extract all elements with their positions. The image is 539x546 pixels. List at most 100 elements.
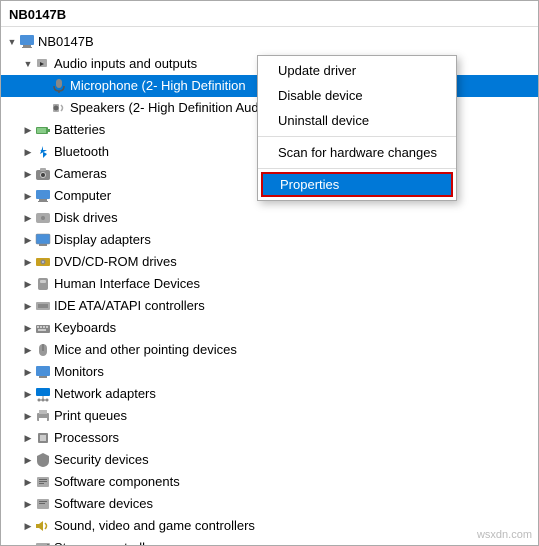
dvd-icon [35, 254, 51, 270]
software-icon [35, 474, 51, 490]
expand-arrow-dvd[interactable] [21, 252, 35, 272]
item-label-hid: Human Interface Devices [54, 274, 200, 294]
tree-item-sound[interactable]: Sound, video and game controllers [1, 515, 538, 537]
computer-icon [19, 34, 35, 50]
ide-icon [35, 298, 51, 314]
expand-arrow-bluetooth[interactable] [21, 142, 35, 162]
item-label-security: Security devices [54, 450, 149, 470]
context-menu-item-uninstall[interactable]: Uninstall device [258, 108, 456, 133]
item-label-root: NB0147B [38, 32, 94, 52]
device-tree[interactable]: NB0147BAudio inputs and outputsMicrophon… [1, 27, 538, 545]
window-title: NB0147B [9, 7, 66, 22]
item-label-monitors: Monitors [54, 362, 104, 382]
tree-item-print[interactable]: Print queues [1, 405, 538, 427]
tree-item-hid[interactable]: Human Interface Devices [1, 273, 538, 295]
expand-arrow-storage[interactable] [21, 538, 35, 545]
network-icon [35, 386, 51, 402]
expand-arrow-softdevices[interactable] [21, 494, 35, 514]
item-label-dvd: DVD/CD-ROM drives [54, 252, 177, 272]
sound-icon [35, 518, 51, 534]
tree-item-mice[interactable]: Mice and other pointing devices [1, 339, 538, 361]
expand-arrow-security[interactable] [21, 450, 35, 470]
item-label-software: Software components [54, 472, 180, 492]
expand-arrow-ide[interactable] [21, 296, 35, 316]
speakers-icon [51, 100, 67, 116]
battery-icon [35, 122, 51, 138]
expand-arrow-mice[interactable] [21, 340, 35, 360]
context-menu: Update driverDisable deviceUninstall dev… [257, 55, 457, 201]
tree-item-storage[interactable]: Storage controllers [1, 537, 538, 545]
expand-arrow-display[interactable] [21, 230, 35, 250]
context-menu-item-scan[interactable]: Scan for hardware changes [258, 140, 456, 165]
processor-icon [35, 430, 51, 446]
expand-arrow-batteries[interactable] [21, 120, 35, 140]
expand-arrow-keyboards[interactable] [21, 318, 35, 338]
item-label-storage: Storage controllers [54, 538, 163, 545]
audio-icon [35, 56, 51, 72]
mouse-icon [35, 342, 51, 358]
camera-icon [35, 166, 51, 182]
display-icon [35, 232, 51, 248]
hid-icon [35, 276, 51, 292]
print-icon [35, 408, 51, 424]
item-label-keyboards: Keyboards [54, 318, 116, 338]
computer2-icon [35, 188, 51, 204]
keyboard-icon [35, 320, 51, 336]
item-label-processors: Processors [54, 428, 119, 448]
tree-item-keyboards[interactable]: Keyboards [1, 317, 538, 339]
item-label-computer: Computer [54, 186, 111, 206]
context-menu-item-update[interactable]: Update driver [258, 58, 456, 83]
item-label-audio: Audio inputs and outputs [54, 54, 197, 74]
expand-arrow-cameras[interactable] [21, 164, 35, 184]
tree-item-softdevices[interactable]: Software devices [1, 493, 538, 515]
expand-arrow-software[interactable] [21, 472, 35, 492]
expand-arrow-computer[interactable] [21, 186, 35, 206]
bluetooth-icon [35, 144, 51, 160]
item-label-bluetooth: Bluetooth [54, 142, 109, 162]
storage-icon [35, 540, 51, 545]
expand-arrow-print[interactable] [21, 406, 35, 426]
item-label-print: Print queues [54, 406, 127, 426]
expand-arrow-network[interactable] [21, 384, 35, 404]
context-menu-item-properties[interactable]: Properties [261, 172, 453, 197]
tree-item-monitors[interactable]: Monitors [1, 361, 538, 383]
item-label-sound: Sound, video and game controllers [54, 516, 255, 536]
monitor-icon [35, 364, 51, 380]
item-label-speakers: Speakers (2- High Definition Aud [70, 98, 259, 118]
expand-arrow-hid[interactable] [21, 274, 35, 294]
disk-icon [35, 210, 51, 226]
item-label-network: Network adapters [54, 384, 156, 404]
item-label-cameras: Cameras [54, 164, 107, 184]
expand-arrow-monitors[interactable] [21, 362, 35, 382]
tree-item-network[interactable]: Network adapters [1, 383, 538, 405]
watermark: wsxdn.com [477, 529, 532, 541]
tree-item-ide[interactable]: IDE ATA/ATAPI controllers [1, 295, 538, 317]
expand-arrow-processors[interactable] [21, 428, 35, 448]
microphone-icon [51, 78, 67, 94]
item-label-batteries: Batteries [54, 120, 105, 140]
tree-item-software[interactable]: Software components [1, 471, 538, 493]
expand-arrow-sound[interactable] [21, 516, 35, 536]
item-label-microphone: Microphone (2- High Definition [70, 76, 246, 96]
expand-arrow-diskdrives[interactable] [21, 208, 35, 228]
expand-arrow-root[interactable] [5, 32, 19, 52]
item-label-ide: IDE ATA/ATAPI controllers [54, 296, 205, 316]
title-bar: NB0147B [1, 1, 538, 27]
security-icon [35, 452, 51, 468]
item-label-mice: Mice and other pointing devices [54, 340, 237, 360]
separator [258, 136, 456, 137]
expand-arrow-audio[interactable] [21, 54, 35, 74]
separator [258, 168, 456, 169]
device-manager-window: NB0147B NB0147BAudio inputs and outputsM… [0, 0, 539, 546]
item-label-softdevices: Software devices [54, 494, 153, 514]
tree-item-processors[interactable]: Processors [1, 427, 538, 449]
item-label-diskdrives: Disk drives [54, 208, 118, 228]
tree-item-security[interactable]: Security devices [1, 449, 538, 471]
tree-item-diskdrives[interactable]: Disk drives [1, 207, 538, 229]
tree-item-display[interactable]: Display adapters [1, 229, 538, 251]
item-label-display: Display adapters [54, 230, 151, 250]
context-menu-item-disable[interactable]: Disable device [258, 83, 456, 108]
tree-item-root[interactable]: NB0147B [1, 31, 538, 53]
software2-icon [35, 496, 51, 512]
tree-item-dvd[interactable]: DVD/CD-ROM drives [1, 251, 538, 273]
